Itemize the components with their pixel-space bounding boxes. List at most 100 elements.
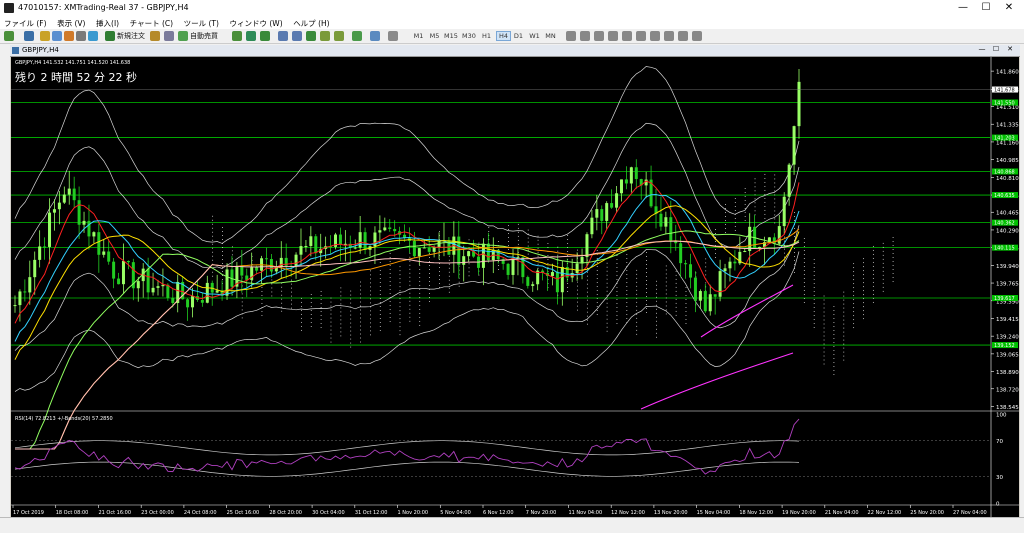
fibonacci-icon[interactable] bbox=[650, 31, 660, 41]
chart-maximize-button[interactable]: ☐ bbox=[990, 45, 1002, 53]
chart-close-button[interactable]: ✕ bbox=[1004, 45, 1016, 53]
cloud-dot bbox=[222, 255, 223, 256]
cloud-dot bbox=[537, 259, 539, 261]
indicators-icon[interactable] bbox=[352, 31, 362, 41]
autoscroll-icon[interactable] bbox=[320, 31, 330, 41]
zoom-out-icon[interactable] bbox=[292, 31, 302, 41]
cloud-dot bbox=[330, 313, 332, 315]
cloud-dot bbox=[843, 299, 845, 301]
cloud-dot bbox=[261, 307, 263, 308]
cloud-dot bbox=[399, 278, 401, 280]
cloud-dot bbox=[833, 310, 835, 311]
cloud-dot bbox=[271, 287, 273, 289]
zoom-in-icon[interactable] bbox=[278, 31, 288, 41]
cloud-dot bbox=[656, 324, 657, 326]
candle-body bbox=[13, 305, 17, 307]
cloud-dot bbox=[379, 282, 381, 283]
strategy-tester-icon[interactable] bbox=[88, 31, 98, 41]
tf-h1[interactable]: H1 bbox=[480, 31, 493, 41]
candle-body bbox=[624, 179, 628, 184]
price-chart[interactable]: 141.860141.678141.510141.335141.160140.9… bbox=[11, 57, 1019, 517]
cloud-dot bbox=[725, 208, 726, 209]
chart-shift-icon[interactable] bbox=[334, 31, 344, 41]
templates-icon[interactable] bbox=[388, 31, 398, 41]
auto-trade-icon[interactable] bbox=[178, 31, 188, 41]
cloud-dot bbox=[370, 282, 371, 284]
cloud-dot bbox=[360, 289, 361, 291]
new-chart-icon[interactable] bbox=[4, 31, 14, 41]
new-order-button[interactable]: 新規注文 bbox=[117, 31, 145, 41]
candlestick-icon[interactable] bbox=[246, 31, 256, 41]
cloud-dot bbox=[656, 284, 657, 286]
cloud-dot bbox=[665, 297, 667, 299]
market-watch-icon[interactable] bbox=[40, 31, 50, 41]
label-icon[interactable] bbox=[678, 31, 688, 41]
candle-body bbox=[743, 251, 747, 253]
cloud-dot bbox=[370, 310, 371, 312]
cloud-dot bbox=[340, 319, 342, 321]
cloud-dot bbox=[853, 267, 855, 269]
chart-area[interactable]: 141.860141.678141.510141.335141.160140.9… bbox=[11, 57, 1019, 517]
cloud-dot bbox=[419, 320, 421, 322]
time-axis-label: 25 Oct 16:00 bbox=[227, 510, 260, 516]
horizontal-line-icon[interactable] bbox=[608, 31, 618, 41]
tile-windows-icon[interactable] bbox=[306, 31, 316, 41]
auto-trade-button[interactable]: 自動売買 bbox=[190, 31, 218, 41]
text-icon[interactable] bbox=[664, 31, 674, 41]
tf-m30[interactable]: M30 bbox=[462, 31, 476, 41]
options-icon[interactable] bbox=[164, 31, 174, 41]
candle-body bbox=[77, 200, 81, 225]
vertical-line-icon[interactable] bbox=[594, 31, 604, 41]
tf-h4[interactable]: H4 bbox=[496, 31, 511, 41]
bar-chart-icon[interactable] bbox=[232, 31, 242, 41]
terminal-icon[interactable] bbox=[76, 31, 86, 41]
data-window-icon[interactable] bbox=[52, 31, 62, 41]
cloud-dot bbox=[419, 296, 421, 298]
cloud-dot bbox=[389, 317, 391, 319]
candle-body bbox=[48, 212, 52, 247]
cloud-dot bbox=[646, 284, 647, 285]
tf-w1[interactable]: W1 bbox=[528, 31, 541, 41]
cloud-dot bbox=[370, 318, 371, 320]
cloud-dot bbox=[586, 287, 588, 289]
crosshair-icon[interactable] bbox=[566, 31, 576, 41]
cloud-dot bbox=[399, 326, 401, 328]
cloud-dot bbox=[715, 229, 716, 230]
cloud-dot bbox=[370, 278, 371, 280]
candle-body bbox=[555, 272, 559, 293]
profiles-icon[interactable] bbox=[24, 31, 34, 41]
close-button[interactable]: ✕ bbox=[998, 2, 1020, 13]
candle-body bbox=[679, 243, 683, 264]
chart-minimize-button[interactable]: — bbox=[976, 45, 988, 53]
line-chart-icon[interactable] bbox=[260, 31, 270, 41]
navigator-icon[interactable] bbox=[64, 31, 74, 41]
cloud-dot bbox=[300, 325, 302, 327]
time-axis-label: 18 Nov 12:00 bbox=[739, 510, 773, 516]
minimize-button[interactable]: — bbox=[952, 2, 974, 13]
cloud-dot bbox=[626, 314, 628, 315]
arrows-icon[interactable] bbox=[692, 31, 702, 41]
cloud-dot bbox=[409, 292, 411, 294]
cloud-dot bbox=[320, 291, 322, 292]
tf-m15[interactable]: M15 bbox=[444, 31, 458, 41]
tf-m5[interactable]: M5 bbox=[428, 31, 441, 41]
cloud-dot bbox=[823, 299, 825, 301]
cloud-dot bbox=[498, 241, 500, 242]
cursor-icon[interactable] bbox=[580, 31, 590, 41]
trendline-icon[interactable] bbox=[622, 31, 632, 41]
channel-icon[interactable] bbox=[636, 31, 646, 41]
cloud-dot bbox=[833, 362, 835, 363]
cloud-dot bbox=[616, 291, 618, 292]
metaeditor-icon[interactable] bbox=[150, 31, 160, 41]
cloud-dot bbox=[261, 311, 263, 312]
cloud-dot bbox=[409, 264, 411, 266]
tf-mn[interactable]: MN bbox=[544, 31, 557, 41]
tf-m1[interactable]: M1 bbox=[412, 31, 425, 41]
maximize-button[interactable]: ☐ bbox=[975, 2, 997, 13]
cloud-dot bbox=[212, 271, 214, 273]
new-order-icon[interactable] bbox=[105, 31, 115, 41]
cloud-dot bbox=[310, 314, 312, 316]
periods-icon[interactable] bbox=[370, 31, 380, 41]
cloud-dot bbox=[310, 298, 312, 300]
tf-d1[interactable]: D1 bbox=[512, 31, 525, 41]
